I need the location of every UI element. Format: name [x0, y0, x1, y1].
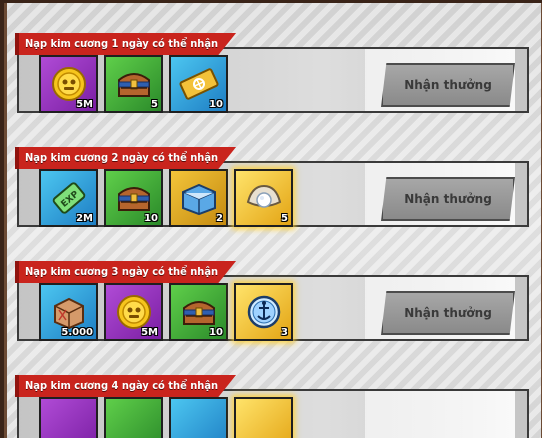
claim-reward-button[interactable]: Nhận thưởng [381, 63, 515, 107]
reward-row-label: Nạp kim cương 3 ngày có thể nhận [15, 261, 237, 283]
reward-items: 5M 5 10 [39, 55, 228, 115]
item-quantity: 2M [76, 213, 93, 224]
claim-reward-button[interactable]: Nhận thưởng [381, 291, 515, 335]
reward-items: EXP 2M 10 2 5 [39, 169, 293, 229]
reward-row-day-4: Nạp kim cương 4 ngày có thể nhận [15, 371, 531, 438]
reward-item[interactable]: 10 [169, 55, 228, 113]
reward-item[interactable]: 5 [234, 169, 293, 227]
reward-item[interactable]: 5M [39, 55, 98, 113]
reward-item[interactable] [169, 397, 228, 438]
reward-item[interactable]: 2 [169, 169, 228, 227]
item-quantity: 10 [209, 99, 223, 110]
item-quantity: 5.000 [61, 327, 93, 338]
item-quantity: 5M [76, 99, 93, 110]
wooden-crate-icon [50, 294, 88, 330]
reward-item[interactable]: 5 [104, 55, 163, 113]
item-quantity: 3 [281, 327, 288, 338]
reward-item[interactable] [234, 397, 293, 438]
reward-items: 5.000 5M 10 3 [39, 283, 293, 343]
reward-row-day-2: Nạp kim cương 2 ngày có thể nhận EXP 2M … [15, 143, 531, 229]
reward-list-panel: Nạp kim cương 1 ngày có thể nhận 5M 5 10 [4, 3, 542, 438]
treasure-chest-icon [114, 66, 154, 102]
reward-item[interactable]: 10 [104, 169, 163, 227]
reward-items [39, 397, 293, 438]
blue-chest-icon [179, 180, 219, 216]
claim-area [365, 391, 515, 438]
item-quantity: 5 [151, 99, 158, 110]
reward-item[interactable]: 5M [104, 283, 163, 341]
item-quantity: 2 [216, 213, 223, 224]
reward-item[interactable]: EXP 2M [39, 169, 98, 227]
gold-coin-icon [115, 293, 153, 331]
reward-row-day-1: Nạp kim cương 1 ngày có thể nhận 5M 5 10 [15, 29, 531, 115]
reward-item[interactable]: 10 [169, 283, 228, 341]
reward-row-day-3: Nạp kim cương 3 ngày có thể nhận 5.000 5… [15, 257, 531, 343]
item-quantity: 10 [209, 327, 223, 338]
pearl-shell-icon [244, 180, 284, 216]
reward-row-label: Nạp kim cương 1 ngày có thể nhận [15, 33, 237, 55]
item-quantity: 5M [141, 327, 158, 338]
reward-item[interactable] [104, 397, 163, 438]
reward-item[interactable] [39, 397, 98, 438]
reward-row-label: Nạp kim cương 4 ngày có thể nhận [15, 375, 237, 397]
reward-item[interactable]: 3 [234, 283, 293, 341]
treasure-chest-icon [114, 180, 154, 216]
claim-reward-button[interactable]: Nhận thưởng [381, 177, 515, 221]
anchor-compass-icon [244, 292, 284, 332]
exp-ticket-icon: EXP [48, 178, 90, 218]
reward-item[interactable]: 5.000 [39, 283, 98, 341]
item-quantity: 5 [281, 213, 288, 224]
reward-row-label: Nạp kim cương 2 ngày có thể nhận [15, 147, 237, 169]
gold-coin-icon [50, 65, 88, 103]
golden-ticket-icon [178, 66, 220, 102]
treasure-chest-icon [179, 294, 219, 330]
item-quantity: 10 [144, 213, 158, 224]
